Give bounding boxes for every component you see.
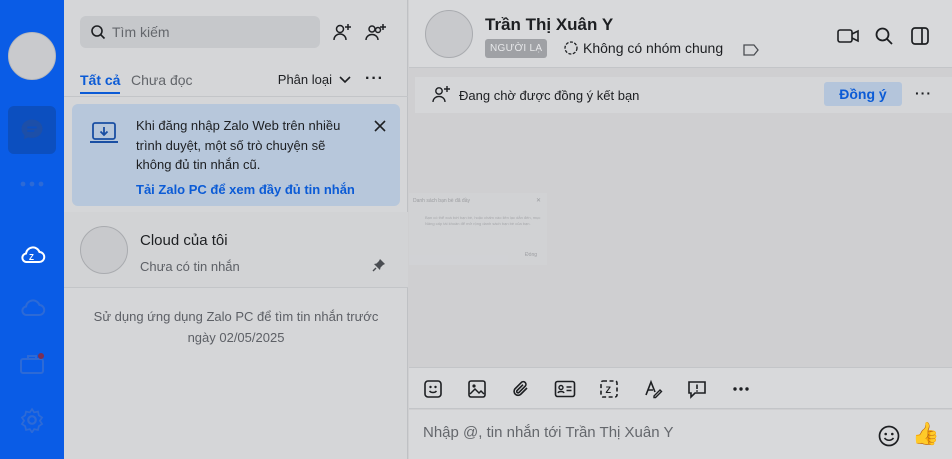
attachment-icon[interactable] (509, 377, 533, 401)
faded-dialog: Danh sách bạn bè đã đầy ✕ Bạn có thể xoá… (409, 193, 547, 265)
cloud-icon[interactable] (16, 292, 48, 324)
classify-label: Phân loại (277, 72, 332, 87)
pin-icon (372, 258, 388, 274)
faded-dialog-button: Đóng (525, 252, 537, 258)
briefcase-icon[interactable] (16, 348, 48, 380)
message-input[interactable] (423, 424, 853, 441)
stranger-badge: NGƯỜI LẠ (485, 39, 548, 58)
search-icon (91, 25, 106, 40)
common-groups[interactable]: Không có nhóm chung (563, 40, 723, 56)
screenshot-icon[interactable]: Z (597, 377, 621, 401)
emoji-icon[interactable] (877, 424, 901, 448)
search-input[interactable] (112, 24, 312, 40)
chat-header: Trần Thị Xuân Y NGƯỜI LẠ Không có nhóm c… (409, 0, 952, 68)
image-icon[interactable] (465, 377, 489, 401)
tag-icon[interactable] (743, 43, 759, 61)
classify-dropdown[interactable]: Phân loại (278, 72, 352, 87)
conversation-last-message: Chưa có tin nhắn (140, 259, 240, 274)
thumbs-up-icon[interactable]: 👍 (912, 421, 939, 447)
conversation-item[interactable]: Cloud của tôi Chưa có tin nhắn (64, 212, 408, 288)
search-icon[interactable] (872, 24, 896, 48)
faded-dialog-body: Bạn có thể xoá bớt bạn bè, hoặc chấm vào… (425, 215, 541, 226)
composer-toolbar: Z (409, 367, 952, 409)
chat-panel: Trần Thị Xuân Y NGƯỜI LẠ Không có nhóm c… (409, 0, 952, 459)
video-call-icon[interactable] (836, 24, 860, 48)
zcloud-icon[interactable]: Z (16, 238, 48, 270)
settings-icon[interactable] (16, 404, 48, 436)
svg-text:Z: Z (606, 385, 612, 395)
accept-button[interactable]: Đồng ý (824, 82, 902, 106)
more-dots-icon[interactable] (16, 168, 48, 200)
message-composer: 👍 (409, 410, 952, 459)
sticker-icon[interactable] (421, 377, 445, 401)
download-pc-link[interactable]: Tải Zalo PC để xem đầy đủ tin nhắn (136, 182, 355, 197)
conversation-name: Cloud của tôi (140, 232, 228, 249)
friend-bar-more-button[interactable]: ··· (915, 85, 932, 101)
contact-name[interactable]: Trần Thị Xuân Y (485, 15, 613, 35)
common-groups-label: Không có nhóm chung (583, 40, 724, 56)
filter-tabs: Tất cả Chưa đọc Phân loại ··· (80, 70, 392, 94)
text-format-icon[interactable] (641, 377, 665, 401)
nav-rail: Z (0, 0, 64, 459)
add-friend-icon[interactable] (330, 20, 354, 44)
friend-request-text: Đang chờ được đồng ý kết bạn (459, 88, 640, 103)
notice-text: Khi đăng nhập Zalo Web trên nhiều trình … (136, 118, 341, 172)
more-options-icon[interactable] (729, 377, 753, 401)
contact-avatar[interactable] (425, 10, 473, 58)
add-friend-icon (431, 85, 451, 108)
quick-message-icon[interactable] (685, 377, 709, 401)
multi-browser-notice: Khi đăng nhập Zalo Web trên nhiều trình … (72, 104, 400, 206)
side-panel-icon[interactable] (908, 24, 932, 48)
search-box[interactable] (80, 16, 320, 48)
group-icon (564, 41, 578, 55)
chevron-down-icon (339, 75, 351, 83)
faded-dialog-title: Danh sách bạn bè đã đầy (413, 198, 470, 204)
laptop-download-icon (88, 118, 120, 150)
old-messages-note: Sử dụng ứng dụng Zalo PC để tìm tin nhắn… (93, 309, 379, 345)
contact-card-icon[interactable] (553, 377, 577, 401)
divider (64, 96, 408, 97)
close-icon[interactable] (370, 116, 390, 136)
svg-text:Z: Z (29, 253, 34, 262)
conversation-panel: Tất cả Chưa đọc Phân loại ··· Khi đăng n… (64, 0, 408, 459)
tabs-more-button[interactable]: ··· (365, 70, 384, 88)
create-group-icon[interactable] (364, 20, 388, 44)
tab-all[interactable]: Tất cả (80, 72, 121, 94)
chat-icon[interactable] (8, 106, 56, 154)
user-avatar[interactable] (8, 32, 56, 80)
faded-dialog-close: ✕ (535, 198, 541, 204)
avatar (80, 226, 128, 274)
friend-request-bar: Đang chờ được đồng ý kết bạn Đồng ý ··· (415, 77, 952, 113)
tab-unread[interactable]: Chưa đọc (131, 72, 193, 88)
